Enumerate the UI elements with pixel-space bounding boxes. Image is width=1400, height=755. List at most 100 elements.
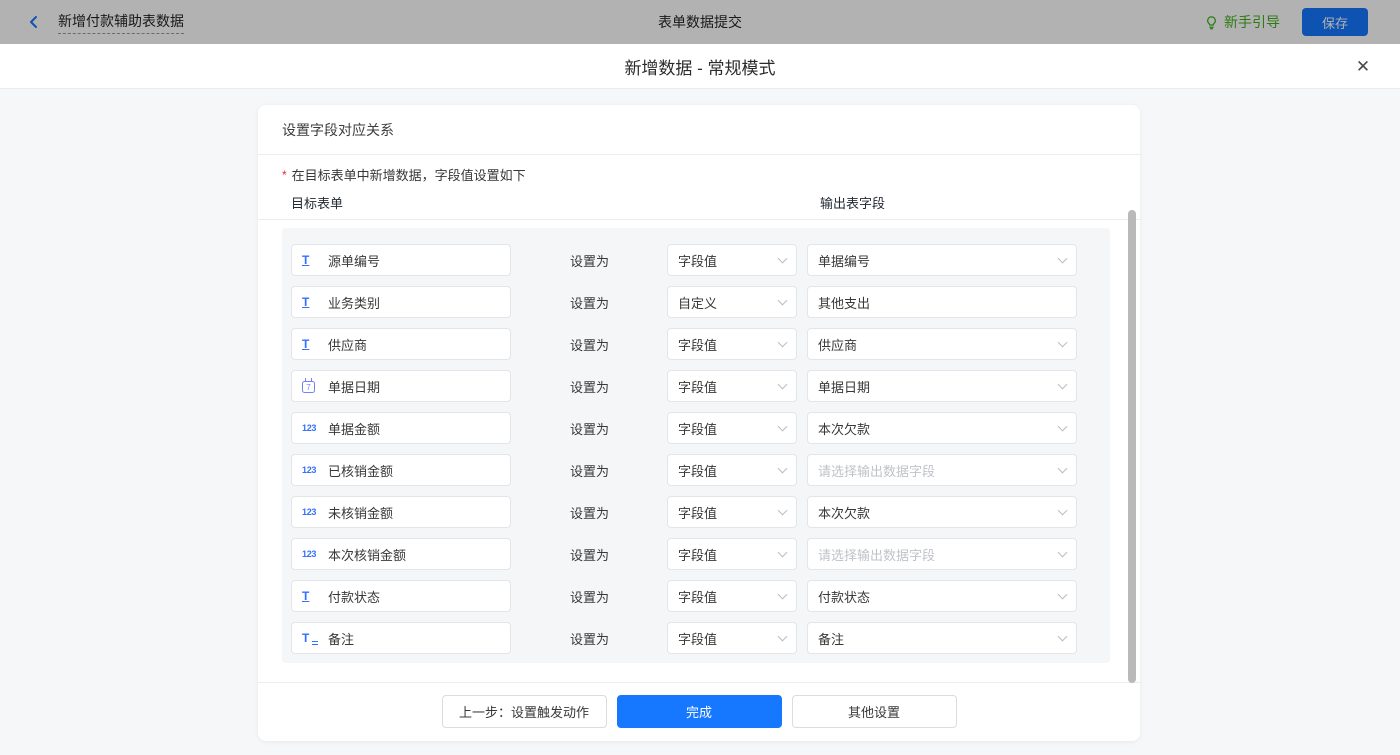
close-icon[interactable]: ✕ [1352,56,1374,78]
target-field-label: 单据日期 [328,377,380,396]
value-mode-selected: 字段值 [678,629,717,648]
output-value-input[interactable]: 其他支出 [807,286,1077,318]
set-as-label: 设置为 [570,377,610,396]
target-field-box[interactable]: 123 本次核销金额 [291,538,511,570]
column-header-target-form: 目标表单 [291,193,343,212]
value-mode-select[interactable]: 字段值 [667,496,797,528]
value-mode-select[interactable]: 字段值 [667,538,797,570]
output-field-select[interactable]: 本次欠款 [807,412,1077,444]
value-mode-select[interactable]: 字段值 [667,328,797,360]
set-as-label: 设置为 [570,251,610,270]
chevron-left-icon [27,15,41,29]
set-as-label: 设置为 [570,545,610,564]
target-field-label: 供应商 [328,335,367,354]
output-field-value: 本次欠款 [818,503,870,522]
output-field-select[interactable]: 单据编号 [807,244,1077,276]
target-field-box[interactable]: T 源单编号 [291,244,511,276]
target-field-box[interactable]: 7 单据日期 [291,370,511,402]
target-field-label: 源单编号 [328,251,380,270]
page-title: 表单数据提交 [0,12,1400,32]
chevron-down-icon [778,547,788,557]
field-mapping-row: T 供应商 设置为 字段值 供应商 [291,328,1110,360]
field-mapping-row: 7 单据日期 设置为 字段值 单据日期 [291,370,1110,402]
output-field-select[interactable]: 单据日期 [807,370,1077,402]
number-field-icon: 123 [302,465,322,475]
output-field-value: 其他支出 [818,293,870,312]
target-field-label: 未核销金额 [328,503,393,522]
value-mode-select[interactable]: 字段值 [667,622,797,654]
done-button[interactable]: 完成 [617,695,782,728]
number-field-icon: 123 [302,507,322,517]
value-mode-select[interactable]: 字段值 [667,370,797,402]
output-field-select[interactable]: 本次欠款 [807,496,1077,528]
text-field-icon: T [302,253,322,267]
chevron-down-icon [778,589,788,599]
screen: 新增付款辅助表数据 表单数据提交 新手引导 保存 新增数据 - 常规模式 ✕ 设… [0,0,1400,755]
column-header-output-fields: 输出表字段 [820,193,885,212]
number-field-icon: 123 [302,549,322,559]
field-mapping-row: T 源单编号 设置为 字段值 单据编号 [291,244,1110,276]
text-field-icon: T [302,589,322,603]
value-mode-selected: 字段值 [678,545,717,564]
target-field-label: 业务类别 [328,293,380,312]
back-button[interactable] [24,12,44,32]
output-field-value: 付款状态 [818,587,870,606]
scrollbar-thumb[interactable] [1128,210,1136,683]
value-mode-select[interactable]: 自定义 [667,286,797,318]
output-field-select[interactable]: 请选择输出数据字段 [807,538,1077,570]
target-field-label: 付款状态 [328,587,380,606]
target-field-box[interactable]: T 供应商 [291,328,511,360]
modal-title: 新增数据 - 常规模式 [0,44,1400,89]
required-asterisk: * [282,168,287,182]
set-as-label: 设置为 [570,503,610,522]
field-mapping-card: 设置字段对应关系 *在目标表单中新增数据，字段值设置如下 目标表单 输出表字段 … [258,105,1140,741]
output-field-select[interactable]: 供应商 [807,328,1077,360]
field-mapping-row: T 业务类别 设置为 自定义 其他支出 [291,286,1110,318]
output-field-select[interactable]: 备注 [807,622,1077,654]
field-mapping-row: 123 未核销金额 设置为 字段值 本次欠款 [291,496,1110,528]
value-mode-select[interactable]: 字段值 [667,412,797,444]
text-field-icon: T [302,337,322,351]
target-field-label: 备注 [328,629,354,648]
card-header-title: 设置字段对应关系 [258,105,1140,155]
previous-step-button[interactable]: 上一步：设置触发动作 [442,695,607,728]
field-mapping-row: T 备注 设置为 字段值 备注 [291,622,1110,654]
target-field-box[interactable]: 123 已核销金额 [291,454,511,486]
output-field-value: 单据日期 [818,377,870,396]
output-field-select[interactable]: 请选择输出数据字段 [807,454,1077,486]
target-field-box[interactable]: T 业务类别 [291,286,511,318]
textarea-field-icon: T [302,631,322,645]
chevron-down-icon [1058,379,1068,389]
topbar-actions: 新手引导 保存 [1204,8,1400,36]
column-headers: 目标表单 输出表字段 [258,193,1140,213]
set-as-label: 设置为 [570,419,610,438]
other-settings-button[interactable]: 其他设置 [792,695,957,728]
output-field-select[interactable]: 付款状态 [807,580,1077,612]
set-as-label: 设置为 [570,629,610,648]
top-bar: 新增付款辅助表数据 表单数据提交 新手引导 保存 [0,0,1400,44]
output-field-value: 备注 [818,629,844,648]
chevron-down-icon [1058,421,1068,431]
chevron-down-icon [1058,337,1068,347]
save-button[interactable]: 保存 [1302,8,1368,36]
value-mode-select[interactable]: 字段值 [667,454,797,486]
chevron-down-icon [1058,463,1068,473]
field-mapping-rows: T 源单编号 设置为 字段值 单据编号 T 业务类别 设置为 自定义 其他支出 … [282,228,1110,663]
target-field-box[interactable]: 123 单据金额 [291,412,511,444]
field-mapping-row: 123 单据金额 设置为 字段值 本次欠款 [291,412,1110,444]
set-as-label: 设置为 [570,293,610,312]
chevron-down-icon [1058,589,1068,599]
text-field-icon: T [302,295,322,309]
chevron-down-icon [778,295,788,305]
set-as-label: 设置为 [570,587,610,606]
guide-label: 新手引导 [1224,12,1280,32]
field-mapping-row: 123 本次核销金额 设置为 字段值 请选择输出数据字段 [291,538,1110,570]
workflow-title[interactable]: 新增付款辅助表数据 [58,11,184,34]
value-mode-select[interactable]: 字段值 [667,244,797,276]
value-mode-select[interactable]: 字段值 [667,580,797,612]
target-field-box[interactable]: 123 未核销金额 [291,496,511,528]
value-mode-selected: 字段值 [678,377,717,396]
target-field-box[interactable]: T 付款状态 [291,580,511,612]
target-field-box[interactable]: T 备注 [291,622,511,654]
beginner-guide-link[interactable]: 新手引导 [1204,12,1280,32]
